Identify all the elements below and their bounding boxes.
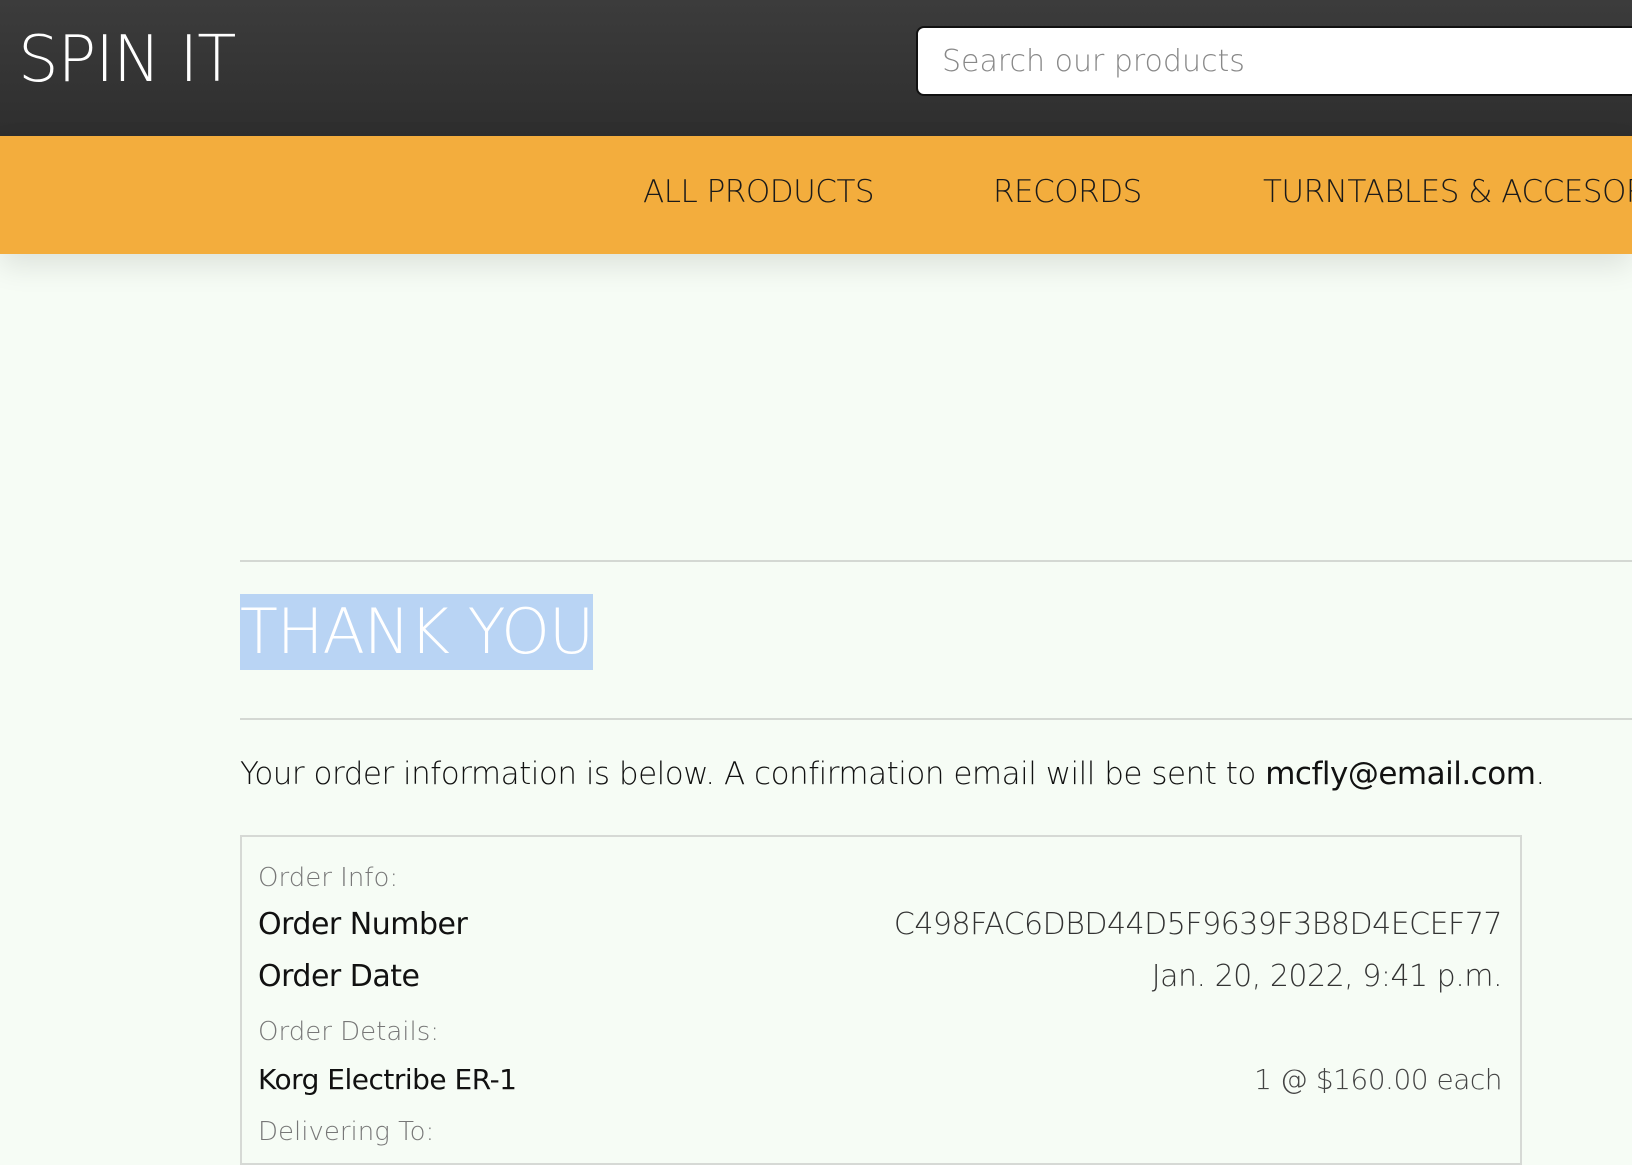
delivering-to-label: Delivering To: bbox=[258, 1117, 435, 1147]
divider-top bbox=[240, 560, 1632, 562]
confirmation-message-suffix: . bbox=[1535, 756, 1545, 792]
order-number-value: C498FAC6DBD44D5F9639F3B8D4ECEF77 bbox=[893, 907, 1503, 942]
order-number-label: Order Number bbox=[258, 907, 468, 942]
order-item-name: Korg Electribe ER-1 bbox=[258, 1063, 517, 1096]
order-details-label: Order Details: bbox=[258, 1017, 440, 1047]
order-item-quantity-price: 1 @ $160.00 each bbox=[1254, 1063, 1502, 1096]
nav-records[interactable]: RECORDS bbox=[993, 174, 1142, 210]
order-info-label: Order Info: bbox=[258, 863, 399, 893]
page-title: THANK YOU bbox=[240, 594, 594, 670]
divider-bottom bbox=[240, 718, 1632, 720]
nav-all-products[interactable]: ALL PRODUCTS bbox=[643, 174, 875, 210]
search-input[interactable] bbox=[916, 26, 1632, 96]
order-summary-card: Order Info: Order Number C498FAC6DBD44D5… bbox=[240, 835, 1522, 1165]
confirmation-email: mcfly@email.com bbox=[1265, 756, 1536, 792]
nav-turntables-accessories[interactable]: TURNTABLES & ACCESOR bbox=[1263, 174, 1632, 210]
order-date-value: Jan. 20, 2022, 9:41 p.m. bbox=[1151, 959, 1503, 994]
site-header: SPIN IT bbox=[0, 0, 1632, 136]
main-navigation: ALL PRODUCTS RECORDS TURNTABLES & ACCESO… bbox=[0, 136, 1632, 254]
site-logo[interactable]: SPIN IT bbox=[18, 20, 236, 100]
confirmation-message: Your order information is below. A confi… bbox=[240, 756, 1545, 792]
confirmation-message-text: Your order information is below. A confi… bbox=[240, 756, 1266, 792]
order-date-label: Order Date bbox=[258, 959, 420, 994]
